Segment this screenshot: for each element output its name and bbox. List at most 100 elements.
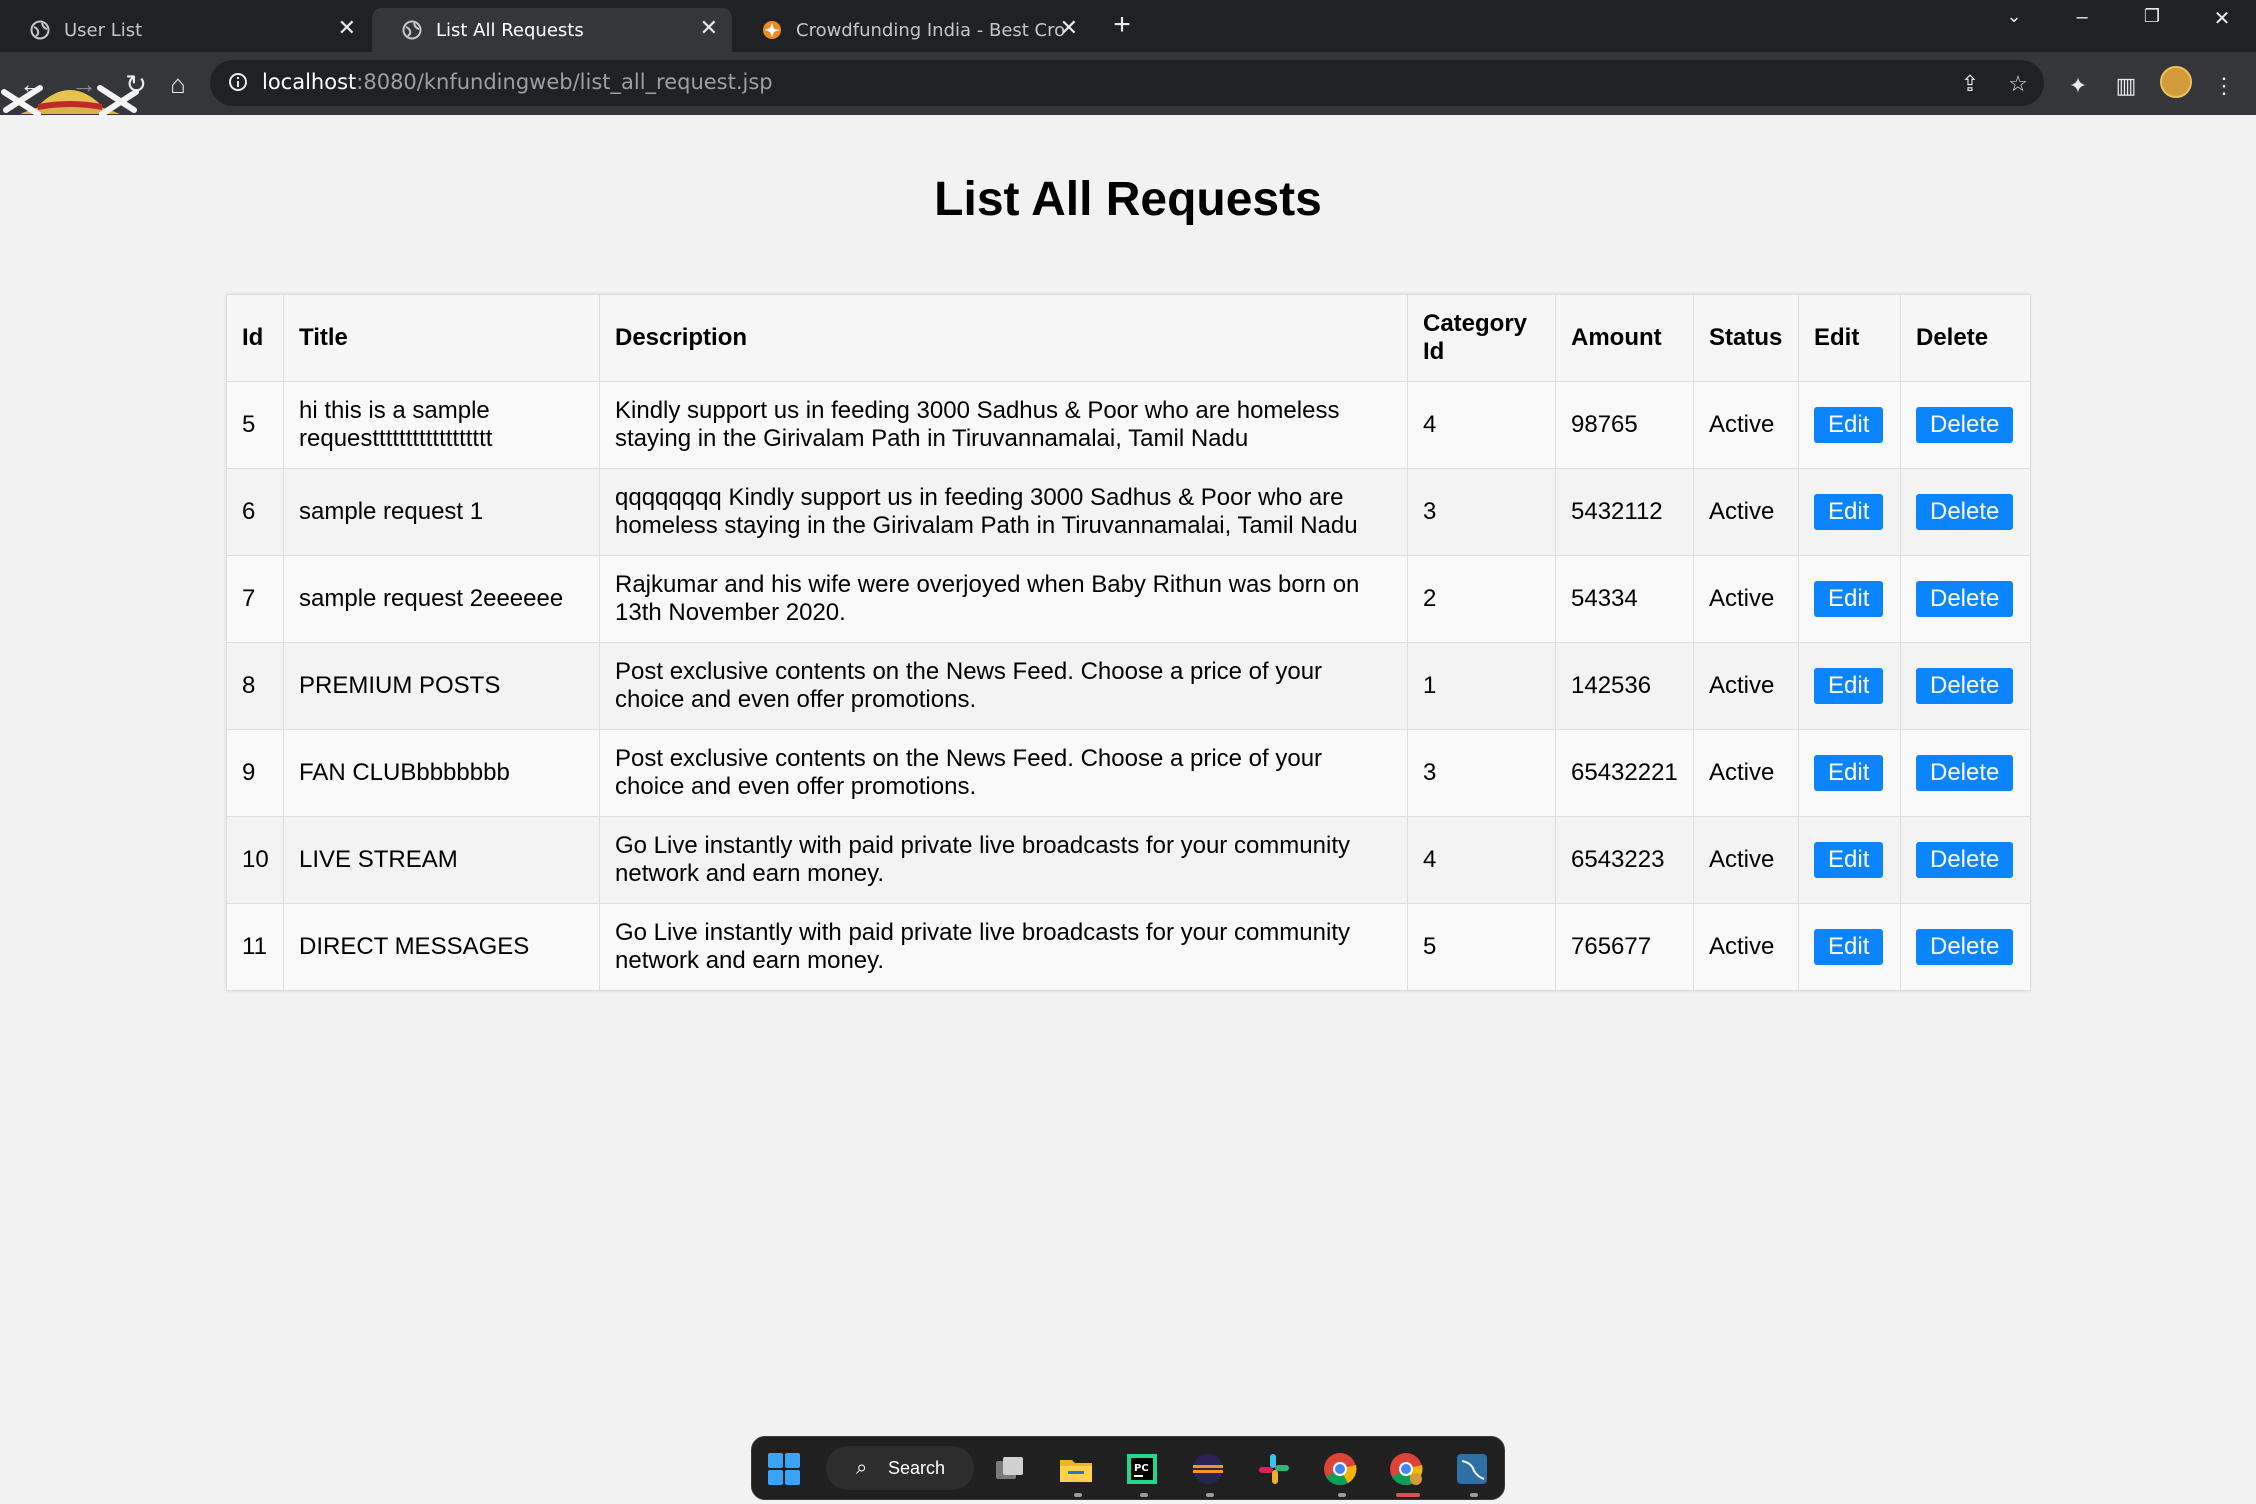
running-indicator (1470, 1493, 1478, 1497)
running-indicator (1140, 1493, 1148, 1497)
new-tab-button[interactable]: + (1108, 8, 1136, 42)
restore-icon[interactable]: ❐ (2132, 6, 2172, 27)
active-indicator (1396, 1493, 1420, 1497)
delete-button[interactable]: Delete (1916, 842, 2014, 878)
cell-title: LIVE STREAM (283, 816, 600, 904)
site-info-icon[interactable] (228, 72, 248, 92)
menu-kebab-icon[interactable]: ⋮ (2210, 72, 2238, 100)
tab-crowdfunding-india[interactable]: Crowdfunding India - Best Crowd ✕ (732, 8, 1092, 52)
tab-title: User List (64, 20, 143, 41)
delete-button[interactable]: Delete (1916, 407, 2014, 443)
search-icon: ⌕ (856, 1457, 868, 1479)
eclipse-icon[interactable] (1190, 1451, 1226, 1487)
requests-table: Id Title Description Category Id Amount … (226, 294, 2031, 991)
address-bar[interactable]: localhost:8080/knfundingweb/list_all_req… (210, 60, 2044, 106)
cell-edit: Edit (1798, 381, 1901, 469)
edit-button[interactable]: Edit (1814, 581, 1884, 617)
cell-id: 9 (226, 729, 284, 817)
table-row: 11 DIRECT MESSAGES Go Live instantly wit… (226, 903, 2031, 991)
running-indicator (1206, 1493, 1214, 1497)
table-row: 6 sample request 1 qqqqqqqq Kindly suppo… (226, 468, 2031, 556)
cell-title: FAN CLUBbbbbbbb (283, 729, 600, 817)
close-window-icon[interactable]: ✕ (2202, 6, 2242, 31)
pycharm-icon[interactable]: PC (1124, 1451, 1160, 1487)
cell-status: Active (1693, 381, 1799, 469)
cell-description: Post exclusive contents on the News Feed… (599, 642, 1408, 730)
cell-amount: 98765 (1555, 381, 1694, 469)
minimize-icon[interactable]: – (2062, 6, 2102, 29)
cell-category-id: 2 (1407, 555, 1556, 643)
cell-id: 8 (226, 642, 284, 730)
cell-status: Active (1693, 816, 1799, 904)
delete-button[interactable]: Delete (1916, 668, 2014, 704)
close-tab-icon[interactable]: ✕ (338, 16, 356, 41)
delete-button[interactable]: Delete (1916, 755, 2014, 791)
cell-amount: 142536 (1555, 642, 1694, 730)
table-row: 7 sample request 2eeeeee Rajkumar and hi… (226, 555, 2031, 643)
edit-button[interactable]: Edit (1814, 842, 1884, 878)
cell-id: 6 (226, 468, 284, 556)
edit-button[interactable]: Edit (1814, 929, 1884, 965)
cell-description: Go Live instantly with paid private live… (599, 903, 1408, 991)
edit-button[interactable]: Edit (1814, 494, 1884, 530)
cell-id: 7 (226, 555, 284, 643)
cell-edit: Edit (1798, 816, 1901, 904)
cell-id: 10 (226, 816, 284, 904)
table-row: 8 PREMIUM POSTS Post exclusive contents … (226, 642, 2031, 730)
delete-button[interactable]: Delete (1916, 581, 2014, 617)
cell-delete: Delete (1900, 555, 2031, 643)
cell-amount: 54334 (1555, 555, 1694, 643)
cell-category-id: 4 (1407, 816, 1556, 904)
close-tab-icon[interactable]: ✕ (1060, 16, 1078, 41)
globe-icon (402, 20, 422, 40)
tab-search-icon[interactable]: ⌄ (1994, 6, 2034, 27)
tab-list-all-requests[interactable]: List All Requests ✕ (372, 8, 732, 52)
cell-title: sample request 2eeeeee (283, 555, 600, 643)
table-row: 9 FAN CLUBbbbbbbb Post exclusive content… (226, 729, 2031, 817)
extensions-icon[interactable]: ✦ (2064, 72, 2092, 100)
tab-user-list[interactable]: User List ✕ (0, 8, 370, 52)
windows-start-icon[interactable] (766, 1451, 802, 1487)
delete-button[interactable]: Delete (1916, 494, 2014, 530)
taskbar-search[interactable]: ⌕ Search (826, 1446, 974, 1490)
slack-icon[interactable] (1256, 1451, 1292, 1487)
column-header-title: Title (283, 294, 600, 382)
cell-status: Active (1693, 468, 1799, 556)
cell-category-id: 4 (1407, 381, 1556, 469)
home-icon[interactable]: ⌂ (160, 66, 196, 102)
cell-delete: Delete (1900, 642, 2031, 730)
cell-edit: Edit (1798, 468, 1901, 556)
share-icon[interactable]: ⇪ (1956, 70, 1984, 98)
cell-category-id: 3 (1407, 729, 1556, 817)
column-header-id: Id (226, 294, 284, 382)
browser-tab-strip: User List ✕ List All Requests ✕ Crowdfun… (0, 0, 2256, 52)
delete-button[interactable]: Delete (1916, 929, 2014, 965)
file-explorer-icon[interactable] (1058, 1451, 1094, 1487)
cell-description: Rajkumar and his wife were overjoyed whe… (599, 555, 1408, 643)
cell-status: Active (1693, 903, 1799, 991)
chrome-icon[interactable] (1322, 1451, 1358, 1487)
url-text[interactable]: localhost:8080/knfundingweb/list_all_req… (262, 70, 773, 94)
cell-category-id: 3 (1407, 468, 1556, 556)
chrome-profile-icon[interactable] (1388, 1451, 1424, 1487)
edit-button[interactable]: Edit (1814, 755, 1884, 791)
cell-amount: 5432112 (1555, 468, 1694, 556)
page-title: List All Requests (934, 173, 1322, 226)
cell-delete: Delete (1900, 903, 2031, 991)
cell-amount: 65432221 (1555, 729, 1694, 817)
edit-button[interactable]: Edit (1814, 407, 1884, 443)
mysql-workbench-icon[interactable] (1454, 1451, 1490, 1487)
cell-title: DIRECT MESSAGES (283, 903, 600, 991)
cell-status: Active (1693, 642, 1799, 730)
cell-delete: Delete (1900, 381, 2031, 469)
cell-delete: Delete (1900, 816, 2031, 904)
cell-amount: 6543223 (1555, 816, 1694, 904)
profile-avatar[interactable] (2160, 66, 2192, 98)
task-view-icon[interactable] (992, 1451, 1028, 1487)
bookmark-star-icon[interactable]: ☆ (2004, 70, 2032, 98)
close-tab-icon[interactable]: ✕ (700, 16, 718, 41)
edit-button[interactable]: Edit (1814, 668, 1884, 704)
side-panel-icon[interactable]: ▥ (2112, 72, 2140, 100)
tab-title: List All Requests (436, 20, 584, 41)
cell-delete: Delete (1900, 729, 2031, 817)
